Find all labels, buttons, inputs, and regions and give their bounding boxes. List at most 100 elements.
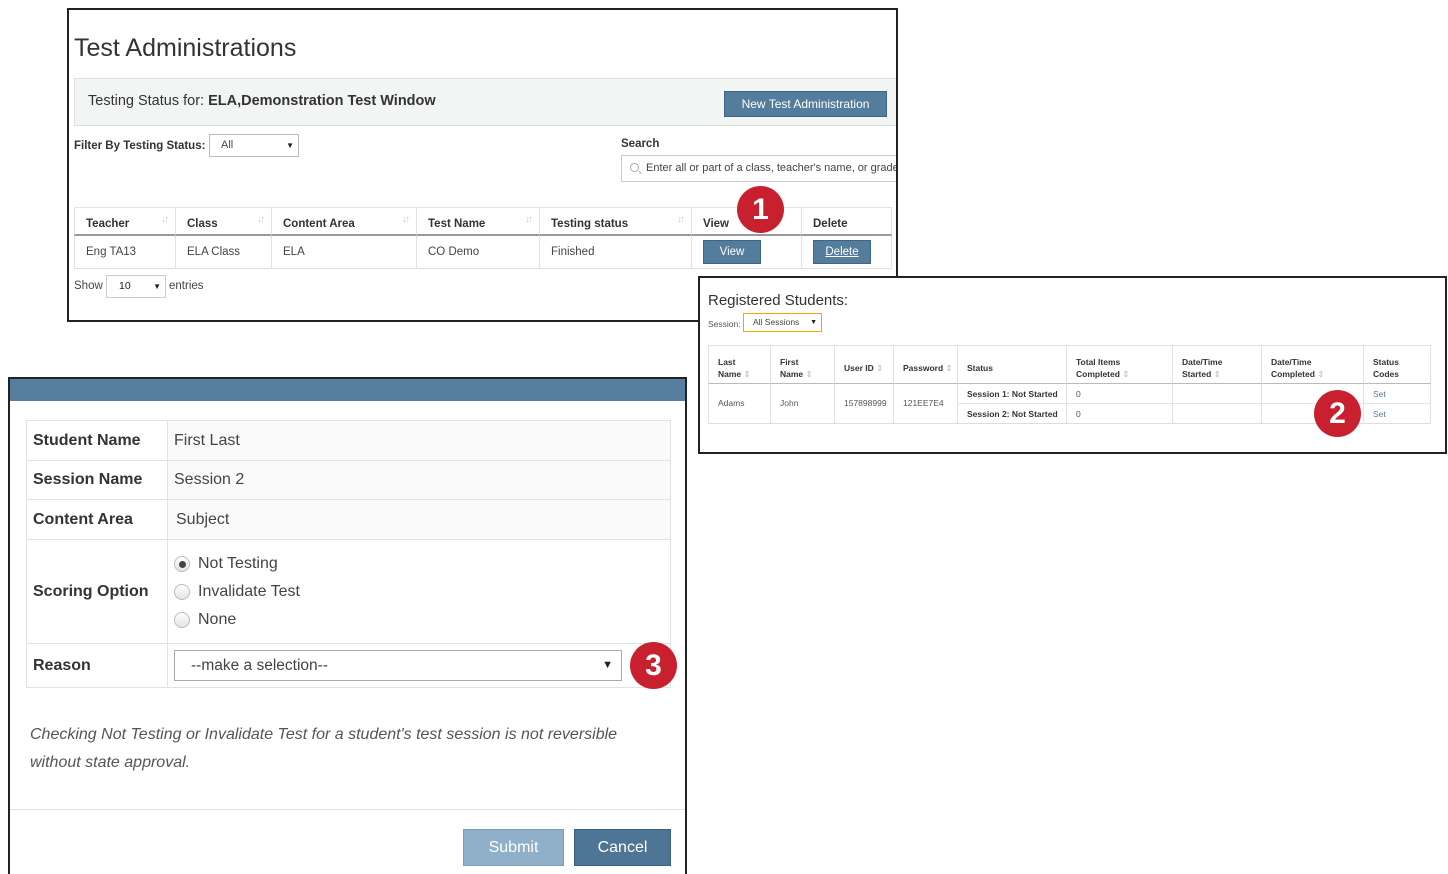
search-label: Search bbox=[621, 138, 660, 150]
cell-delete: Delete bbox=[802, 236, 892, 269]
session-2-items: 0 bbox=[1076, 409, 1081, 419]
status-code-modal: Student Name First Last Session Name Ses… bbox=[8, 377, 687, 874]
column-header-label: Teacher bbox=[86, 218, 130, 230]
new-test-administration-button[interactable]: New Test Administration bbox=[724, 91, 887, 117]
chevron-down-icon: ▼ bbox=[602, 659, 613, 671]
filter-status-select[interactable]: All ▼ bbox=[209, 134, 299, 157]
column-header-class[interactable]: Class ↓↑ bbox=[176, 208, 272, 236]
page-size-select[interactable]: 10 ▼ bbox=[106, 275, 166, 298]
column-header-teacher[interactable]: Teacher ↓↑ bbox=[74, 208, 176, 236]
chevron-down-icon: ▼ bbox=[286, 141, 294, 150]
column-header-last-name[interactable]: Last Name ⇕ bbox=[708, 346, 771, 384]
filter-status-value: All bbox=[221, 139, 234, 151]
column-header-label: Total Items bbox=[1076, 357, 1121, 367]
column-header-date-started[interactable]: Date/Time Started ⇕ bbox=[1173, 346, 1262, 384]
cell-user-id: 157898999 bbox=[835, 384, 894, 424]
cell-view: View bbox=[692, 236, 802, 269]
column-header-label: Codes bbox=[1373, 369, 1399, 379]
reason-placeholder: --make a selection-- bbox=[191, 657, 328, 674]
cell-status-codes: Set Set bbox=[1364, 384, 1431, 424]
show-label: Show bbox=[74, 280, 103, 292]
sort-icon: ⇕ bbox=[1122, 369, 1130, 379]
search-input[interactable]: Enter all or part of a class, teacher's … bbox=[621, 155, 898, 182]
search-icon bbox=[630, 163, 639, 172]
cell-test-name: CO Demo bbox=[417, 236, 540, 269]
cell-testing-status: Finished bbox=[540, 236, 692, 269]
radio-label: None bbox=[198, 610, 237, 628]
session-2-status: Session 2: Not Started bbox=[967, 409, 1058, 419]
column-header-label: Status bbox=[1373, 357, 1399, 367]
sort-icon: ⇕ bbox=[1317, 369, 1325, 379]
radio-not-testing[interactable]: Not Testing bbox=[174, 555, 278, 573]
sort-icon: ⇕ bbox=[743, 369, 751, 379]
content-area-label: Content Area bbox=[27, 500, 168, 539]
reason-label: Reason bbox=[27, 644, 168, 687]
cell-last-name: Adams bbox=[708, 384, 771, 424]
column-header-label: First bbox=[780, 357, 799, 367]
chevron-down-icon: ▼ bbox=[810, 319, 817, 326]
radio-invalidate-test[interactable]: Invalidate Test bbox=[174, 583, 300, 601]
scoring-option-label: Scoring Option bbox=[27, 540, 168, 643]
reason-select[interactable]: --make a selection-- ▼ bbox=[174, 650, 622, 681]
irreversible-warning-note: Checking Not Testing or Invalidate Test … bbox=[30, 726, 618, 771]
delete-button[interactable]: Delete bbox=[813, 240, 871, 264]
session-1-status: Session 1: Not Started bbox=[958, 384, 1066, 404]
radio-label: Invalidate Test bbox=[198, 582, 300, 600]
column-header-label: Last bbox=[718, 357, 736, 367]
radio-label: Not Testing bbox=[198, 554, 278, 572]
session-1-set-link-cell: Set bbox=[1364, 384, 1430, 404]
student-name-label: Student Name bbox=[27, 421, 168, 460]
session-2-started bbox=[1173, 404, 1261, 424]
column-header-label: Started bbox=[1182, 369, 1212, 379]
student-name-row: Student Name First Last bbox=[27, 421, 670, 461]
sort-icon: ↓↑ bbox=[257, 214, 265, 225]
sort-icon: ↓↑ bbox=[402, 214, 410, 225]
column-header-label: Name bbox=[780, 369, 804, 379]
reason-row: Reason --make a selection-- ▼ bbox=[27, 644, 670, 687]
sort-icon: ⇕ bbox=[876, 363, 884, 373]
column-header-first-name[interactable]: First Name ⇕ bbox=[771, 346, 835, 384]
content-area-value: Subject bbox=[168, 500, 670, 539]
reason-cell: --make a selection-- ▼ bbox=[168, 644, 670, 687]
column-header-label: Password bbox=[903, 363, 944, 373]
set-status-code-link[interactable]: Set bbox=[1373, 389, 1386, 399]
radio-none[interactable]: None bbox=[174, 611, 236, 629]
page-title: Test Administrations bbox=[74, 34, 297, 62]
submit-button[interactable]: Submit bbox=[463, 829, 564, 866]
student-name-value: First Last bbox=[168, 421, 670, 460]
column-header-test-name[interactable]: Test Name ↓↑ bbox=[417, 208, 540, 236]
table-row: Eng TA13 ELA Class ELA CO Demo Finished … bbox=[74, 236, 892, 269]
column-header-date-completed[interactable]: Date/Time Completed ⇕ bbox=[1262, 346, 1364, 384]
set-status-code-link[interactable]: Set bbox=[1373, 409, 1386, 419]
cell-password: 121EE7E4 bbox=[894, 384, 958, 424]
search-placeholder: Enter all or part of a class, teacher's … bbox=[646, 162, 898, 174]
session-1-items: 0 bbox=[1067, 384, 1172, 404]
session-select[interactable]: All Sessions ▼ bbox=[743, 313, 822, 332]
column-header-total-items[interactable]: Total Items Completed ⇕ bbox=[1067, 346, 1173, 384]
sort-icon: ⇕ bbox=[945, 363, 953, 373]
radio-button-selected[interactable] bbox=[174, 555, 190, 572]
cell-status: Session 1: Not Started Session 2: Not St… bbox=[958, 384, 1067, 424]
column-header-testing-status[interactable]: Testing status ↓↑ bbox=[540, 208, 692, 236]
column-header-label: Date/Time bbox=[1182, 357, 1223, 367]
column-header-password[interactable]: Password ⇕ bbox=[894, 346, 958, 384]
modal-header bbox=[10, 379, 685, 401]
column-header-delete: Delete bbox=[802, 208, 892, 236]
test-administrations-panel: Test Administrations Testing Status for:… bbox=[67, 8, 898, 322]
cancel-button[interactable]: Cancel bbox=[574, 829, 671, 866]
column-header-user-id[interactable]: User ID ⇕ bbox=[835, 346, 894, 384]
radio-button[interactable] bbox=[174, 583, 190, 600]
radio-button[interactable] bbox=[174, 611, 190, 628]
session-name-label: Session Name bbox=[27, 461, 168, 499]
page-size-value: 10 bbox=[119, 280, 131, 292]
column-header-content-area[interactable]: Content Area ↓↑ bbox=[272, 208, 417, 236]
testing-status-text: Testing Status for: ELA,Demonstration Te… bbox=[88, 93, 436, 109]
cell-total-items: 0 0 bbox=[1067, 384, 1173, 424]
column-header-label: Name bbox=[718, 369, 742, 379]
column-header-status-codes: Status Codes bbox=[1364, 346, 1431, 384]
column-header-status: Status bbox=[958, 346, 1067, 384]
registered-students-title: Registered Students: bbox=[708, 292, 849, 309]
session-select-value: All Sessions bbox=[753, 317, 800, 327]
cell-class: ELA Class bbox=[176, 236, 272, 269]
view-button[interactable]: View bbox=[703, 240, 761, 264]
